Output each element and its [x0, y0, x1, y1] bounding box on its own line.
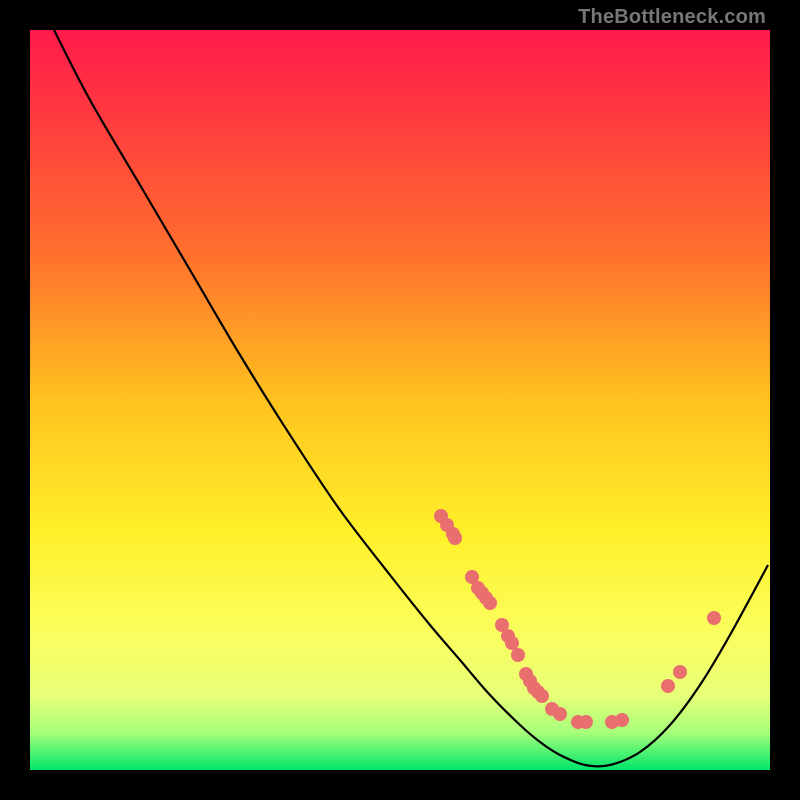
highlight-dot [448, 531, 462, 545]
highlight-dot [505, 636, 519, 650]
highlight-dot [579, 715, 593, 729]
highlight-dot [673, 665, 687, 679]
highlight-dot [511, 648, 525, 662]
highlight-dot [553, 707, 567, 721]
highlight-dot [483, 596, 497, 610]
highlight-dot [707, 611, 721, 625]
watermark-text: TheBottleneck.com [578, 6, 766, 29]
highlight-dot [661, 679, 675, 693]
chart-background [30, 30, 770, 770]
chart-frame [30, 30, 770, 770]
highlight-dot [615, 713, 629, 727]
chart-canvas [30, 30, 770, 770]
highlight-dot [535, 689, 549, 703]
